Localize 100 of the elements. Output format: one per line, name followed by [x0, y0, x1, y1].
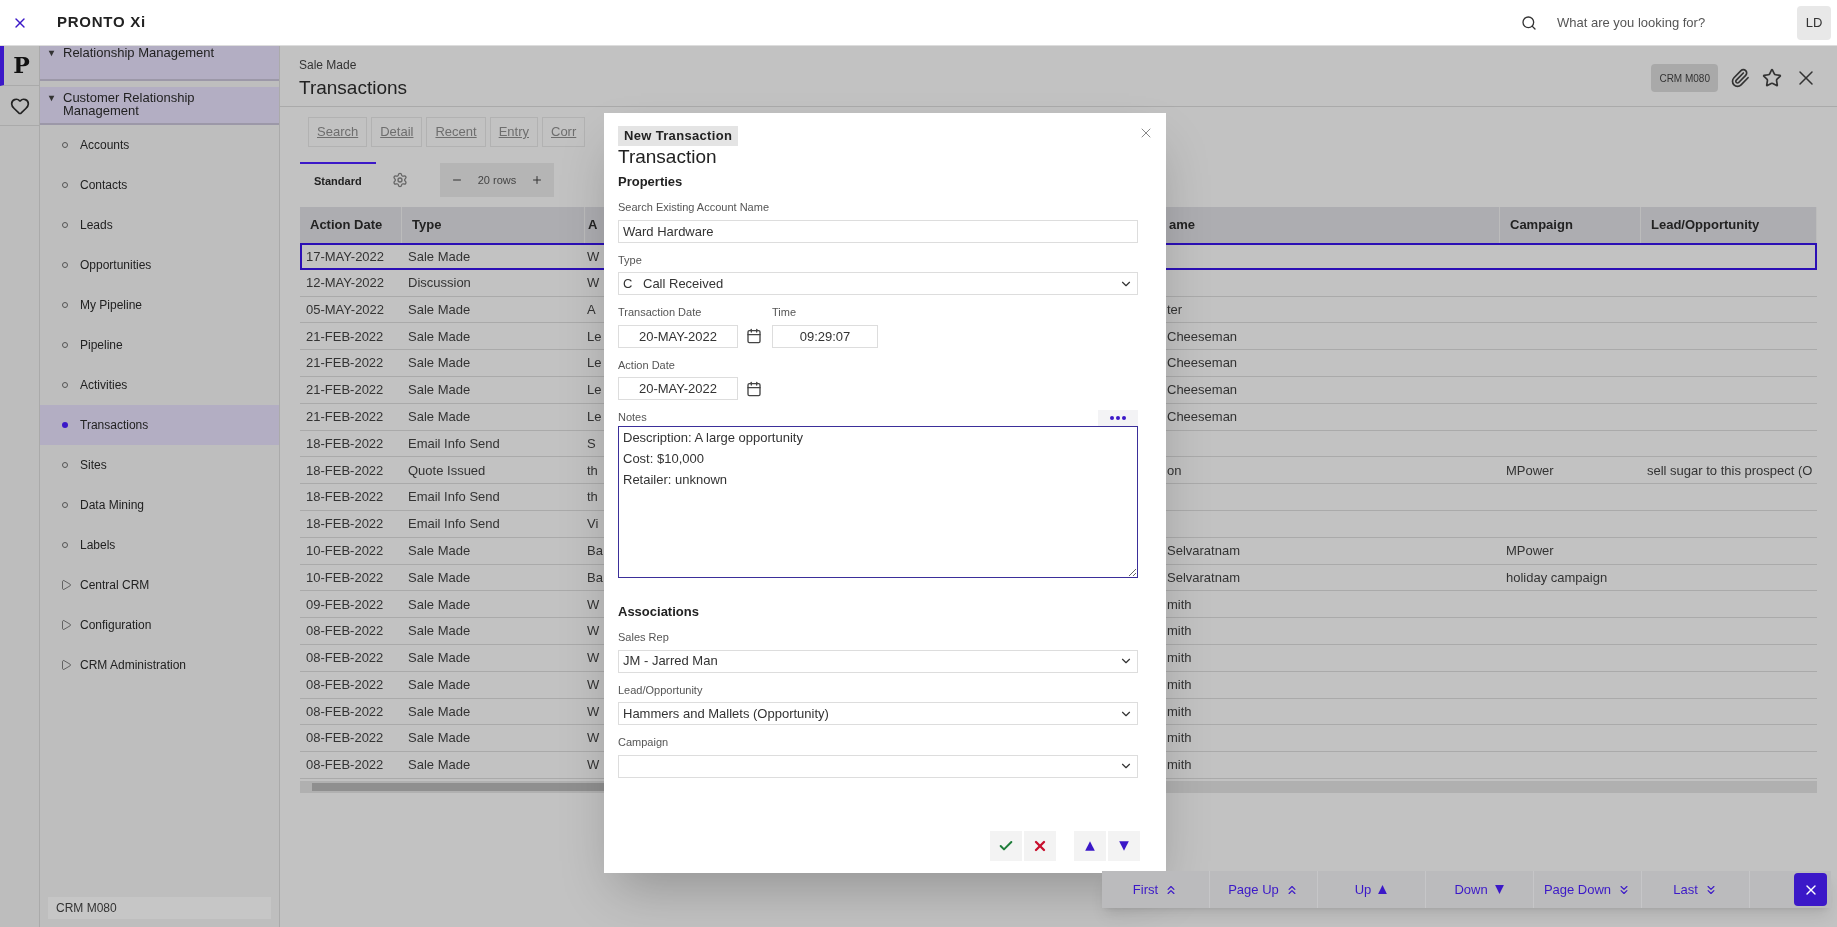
sidebar-group-header[interactable]: Relationship Management	[40, 46, 279, 81]
table-cell-text: Sale Made	[408, 675, 471, 694]
table-cell-text: W	[587, 595, 600, 614]
time-field[interactable]: 09:29:07	[772, 324, 878, 348]
dialog-title: Transaction	[618, 145, 718, 168]
table-cell-text: 08-FEB-2022	[306, 729, 384, 748]
pager-button[interactable]: Last	[1642, 871, 1750, 908]
notes-field[interactable]: Description: A large opportunity Cost: $10,000 Retailer: unknown	[618, 425, 1138, 578]
sidebar-group-label: Customer Relationship Management	[63, 91, 196, 117]
sidebar-item[interactable]: Configuration	[40, 605, 279, 645]
table-cell-text: 18-FEB-2022	[306, 461, 384, 480]
sidebar-group-label: Relationship Management	[63, 46, 215, 59]
table-cell-text: 08-FEB-2022	[306, 702, 384, 721]
table-cell-text: S	[587, 434, 596, 453]
calendar-icon[interactable]	[746, 380, 762, 397]
table-cell-text: 08-FEB-2022	[306, 756, 384, 775]
sidebar-item[interactable]: Contacts	[40, 165, 279, 205]
sidebar-item[interactable]: Pipeline	[40, 325, 279, 365]
account-search-field[interactable]: Ward Hardware	[618, 219, 1138, 243]
previous-button[interactable]	[1074, 831, 1106, 861]
select-field[interactable]: Hammers and Mallets (Opportunity)	[618, 702, 1138, 725]
select-field[interactable]	[618, 754, 1138, 778]
table-cell-text: 09-FEB-2022	[306, 595, 384, 614]
table-cell-text: Email Info Send	[408, 434, 500, 453]
table-cell-text: ter	[1167, 300, 1183, 319]
field-label: Lead/Opportunity	[618, 682, 704, 698]
caret-down-icon	[48, 50, 55, 57]
column-header[interactable]: Campaign	[1500, 207, 1641, 243]
table-cell-text: Sale Made	[408, 595, 471, 614]
pager-button[interactable]: First	[1102, 871, 1210, 908]
table-cell-text: Sale Made	[408, 247, 471, 266]
column-header[interactable]: Lead/Opportunity	[1641, 207, 1817, 243]
table-cell-text: Selvaratnam	[1167, 541, 1240, 560]
search-icon[interactable]	[1521, 14, 1537, 31]
triangle-down-icon	[1493, 884, 1505, 895]
cancel-button[interactable]	[1024, 831, 1056, 861]
sidebar-item[interactable]: Accounts	[40, 125, 279, 165]
confirm-button[interactable]	[990, 831, 1022, 861]
page-title: Transactions	[299, 76, 408, 100]
table-cell-text: W	[587, 247, 600, 266]
table-cell-text: Sale Made	[408, 702, 471, 721]
table-cell-text: on	[1167, 461, 1182, 480]
pager-button[interactable]: Page Up	[1210, 871, 1318, 908]
sidebar-item[interactable]: Central CRM	[40, 565, 279, 605]
table-cell-text: 18-FEB-2022	[306, 488, 384, 507]
sidebar-item[interactable]: Leads	[40, 205, 279, 245]
field-label: Notes	[618, 410, 647, 425]
field-label: Type	[618, 252, 643, 268]
more-button[interactable]	[1098, 409, 1138, 426]
table-cell-text: MPower	[1506, 461, 1554, 480]
table-cell-text: Email Info Send	[408, 488, 500, 507]
paperclip-icon[interactable]	[1730, 68, 1750, 88]
table-cell-text: Cheeseman	[1167, 407, 1238, 426]
sidebar-item[interactable]: Activities	[40, 365, 279, 405]
date-field[interactable]: 20-MAY-2022	[618, 324, 738, 348]
sidebar-item[interactable]: Labels	[40, 525, 279, 565]
pager-button[interactable]: Page Down	[1534, 871, 1642, 908]
column-header[interactable]: Action Date	[300, 207, 402, 243]
sidebar-item[interactable]: CRM Administration	[40, 645, 279, 685]
sidebar-item[interactable]: My Pipeline	[40, 285, 279, 325]
sidebar-item[interactable]: Sites	[40, 445, 279, 485]
screen-code-badge: CRM M080	[1651, 64, 1718, 92]
select-field[interactable]: C Call Received	[618, 272, 1138, 295]
plus-icon	[531, 174, 544, 186]
field-label: Action Date	[618, 357, 676, 373]
table-cell-text: mith	[1167, 595, 1192, 614]
calendar-icon[interactable]	[746, 328, 762, 344]
type-code: C	[623, 274, 634, 293]
table-cell-text: W	[587, 273, 600, 292]
search-field[interactable]: What are you looking for?	[1557, 7, 1797, 38]
sidebar-item[interactable]: Data Mining	[40, 485, 279, 525]
date-field[interactable]: 20-MAY-2022	[618, 377, 738, 400]
table-cell-text: mith	[1167, 702, 1192, 721]
user-avatar[interactable]: LD	[1797, 5, 1831, 40]
next-button[interactable]	[1108, 831, 1140, 861]
table-cell-text: W	[587, 702, 600, 721]
sidebar-item[interactable]: Transactions	[40, 405, 279, 445]
sidebar-group-header[interactable]: Customer Relationship Management	[40, 87, 279, 125]
table-cell-text: Le	[587, 354, 602, 373]
table-cell-text: th	[587, 488, 598, 507]
star-icon[interactable]	[1762, 68, 1782, 88]
field-label: Search Existing Account Name	[618, 200, 771, 215]
table-cell-text: 10-FEB-2022	[306, 568, 384, 587]
field-label: Transaction Date	[618, 305, 703, 320]
gear-icon[interactable]	[391, 172, 408, 188]
close-button[interactable]	[1794, 873, 1827, 906]
sidebar-item[interactable]: Opportunities	[40, 245, 279, 285]
pager-button[interactable]: Up	[1318, 871, 1426, 908]
table-cell-text: Sale Made	[408, 354, 471, 373]
pager-button[interactable]: Down	[1426, 871, 1534, 908]
column-header[interactable]: Type	[402, 207, 585, 243]
table-cell-text: W	[587, 622, 600, 641]
table-cell-text: Ba	[587, 568, 603, 587]
select-field[interactable]: JM - Jarred Man	[618, 649, 1138, 673]
caret-right-icon	[60, 619, 72, 631]
table-cell-text: mith	[1167, 622, 1192, 641]
view-tab[interactable]: Standard	[300, 162, 376, 198]
table-cell-text: 05-MAY-2022	[306, 300, 385, 319]
bullet-icon	[62, 422, 68, 428]
table-cell-text: Selvaratnam	[1167, 568, 1240, 587]
